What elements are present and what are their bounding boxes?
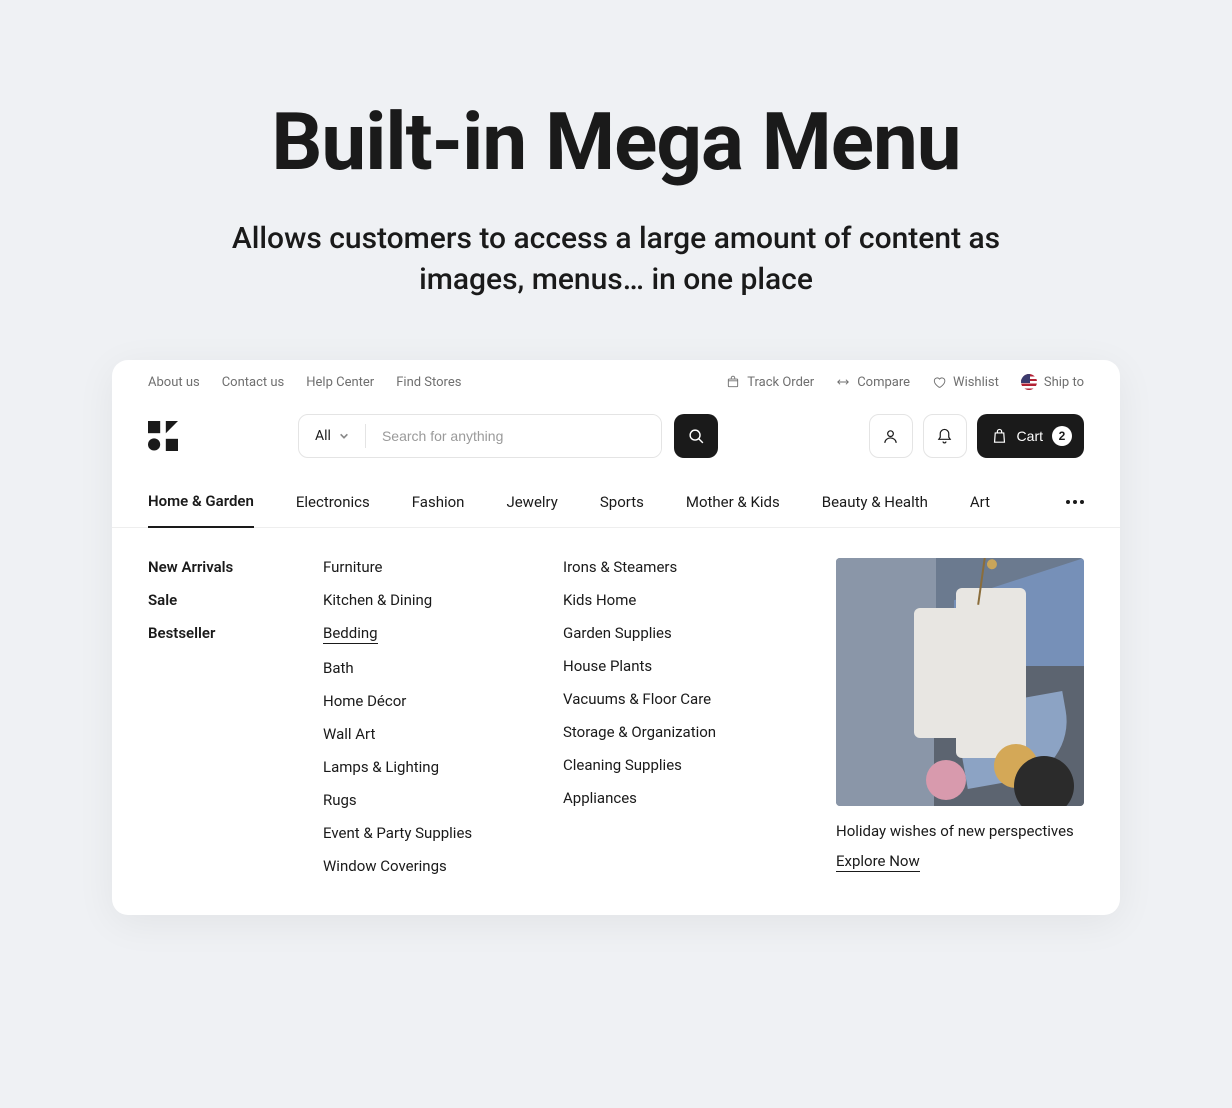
mega-link-storage[interactable]: Storage & Organization — [563, 723, 763, 741]
mega-link-decor[interactable]: Home Décor — [323, 692, 503, 710]
mega-link-kitchen[interactable]: Kitchen & Dining — [323, 591, 503, 609]
contact-link[interactable]: Contact us — [222, 375, 285, 390]
mega-link-event[interactable]: Event & Party Supplies — [323, 824, 503, 842]
bell-icon — [936, 428, 953, 445]
search-button[interactable] — [674, 414, 718, 458]
more-categories-button[interactable] — [1066, 484, 1084, 520]
tab-mother-kids[interactable]: Mother & Kids — [686, 477, 780, 527]
mega-link-plants[interactable]: House Plants — [563, 657, 763, 675]
ship-to-label: Ship to — [1044, 375, 1084, 390]
stores-link[interactable]: Find Stores — [396, 375, 461, 390]
mega-link-bestseller[interactable]: Bestseller — [148, 624, 263, 642]
tab-sports[interactable]: Sports — [600, 477, 644, 527]
mega-link-furniture[interactable]: Furniture — [323, 558, 503, 576]
category-nav: Home & Garden Electronics Fashion Jewelr… — [112, 476, 1120, 528]
dots-icon — [1066, 500, 1070, 504]
promo-image[interactable] — [836, 558, 1084, 806]
category-selector[interactable]: All — [299, 424, 366, 448]
header-actions: Cart 2 — [869, 414, 1084, 458]
track-order-link[interactable]: Track Order — [726, 375, 814, 390]
mega-link-bedding[interactable]: Bedding — [323, 624, 378, 644]
bag-icon — [991, 428, 1008, 445]
tab-home-garden[interactable]: Home & Garden — [148, 476, 254, 528]
about-link[interactable]: About us — [148, 375, 200, 390]
mega-link-appliances[interactable]: Appliances — [563, 789, 763, 807]
account-button[interactable] — [869, 414, 913, 458]
promo-caption: Holiday wishes of new perspectives — [836, 822, 1084, 840]
heart-icon — [932, 375, 946, 389]
app-window: About us Contact us Help Center Find Sto… — [112, 360, 1120, 915]
compare-icon — [836, 375, 850, 389]
compare-label: Compare — [857, 375, 910, 390]
mega-promo: Holiday wishes of new perspectives Explo… — [836, 558, 1084, 875]
wishlist-label: Wishlist — [953, 375, 999, 390]
hero-title: Built-in Mega Menu — [60, 95, 1172, 189]
mega-menu: New Arrivals Sale Bestseller Furniture K… — [112, 528, 1120, 915]
mega-link-window[interactable]: Window Coverings — [323, 857, 503, 875]
top-bar: About us Contact us Help Center Find Sto… — [112, 360, 1120, 404]
mega-link-irons[interactable]: Irons & Steamers — [563, 558, 763, 576]
package-icon — [726, 375, 740, 389]
cart-count-badge: 2 — [1052, 426, 1072, 446]
notifications-button[interactable] — [923, 414, 967, 458]
topbar-right: Track Order Compare Wishlist Ship to — [726, 374, 1084, 390]
track-order-label: Track Order — [747, 375, 814, 390]
search-icon — [688, 428, 705, 445]
mega-col-featured: New Arrivals Sale Bestseller — [148, 558, 263, 875]
tab-art[interactable]: Art — [970, 477, 990, 527]
tab-beauty-health[interactable]: Beauty & Health — [822, 477, 928, 527]
mega-link-vacuums[interactable]: Vacuums & Floor Care — [563, 690, 763, 708]
user-icon — [882, 428, 899, 445]
search-box: All — [298, 414, 662, 458]
mega-link-kids-home[interactable]: Kids Home — [563, 591, 763, 609]
tab-electronics[interactable]: Electronics — [296, 477, 370, 527]
mega-link-lighting[interactable]: Lamps & Lighting — [323, 758, 503, 776]
cart-button[interactable]: Cart 2 — [977, 414, 1084, 458]
mega-link-sale[interactable]: Sale — [148, 591, 263, 609]
brand-logo[interactable] — [148, 421, 178, 451]
chevron-down-icon — [339, 431, 349, 441]
flag-us-icon — [1021, 374, 1037, 390]
mega-link-bath[interactable]: Bath — [323, 659, 503, 677]
search-input[interactable] — [366, 415, 661, 457]
mega-col-2: Furniture Kitchen & Dining Bedding Bath … — [323, 558, 503, 875]
tab-jewelry[interactable]: Jewelry — [506, 477, 557, 527]
mega-link-wall-art[interactable]: Wall Art — [323, 725, 503, 743]
mega-link-cleaning[interactable]: Cleaning Supplies — [563, 756, 763, 774]
compare-link[interactable]: Compare — [836, 375, 910, 390]
help-link[interactable]: Help Center — [306, 375, 374, 390]
search-wrap: All — [298, 414, 718, 458]
promo-cta[interactable]: Explore Now — [836, 852, 920, 872]
hero-subtitle: Allows customers to access a large amoun… — [176, 219, 1056, 300]
category-selector-label: All — [315, 428, 331, 444]
mega-link-rugs[interactable]: Rugs — [323, 791, 503, 809]
main-bar: All Cart 2 — [112, 404, 1120, 476]
mega-col-3: Irons & Steamers Kids Home Garden Suppli… — [563, 558, 763, 875]
mega-link-new-arrivals[interactable]: New Arrivals — [148, 558, 263, 576]
cart-label: Cart — [1017, 428, 1043, 444]
tab-fashion[interactable]: Fashion — [412, 477, 465, 527]
topbar-left: About us Contact us Help Center Find Sto… — [148, 375, 461, 390]
wishlist-link[interactable]: Wishlist — [932, 375, 999, 390]
ship-to-link[interactable]: Ship to — [1021, 374, 1084, 390]
mega-link-garden[interactable]: Garden Supplies — [563, 624, 763, 642]
